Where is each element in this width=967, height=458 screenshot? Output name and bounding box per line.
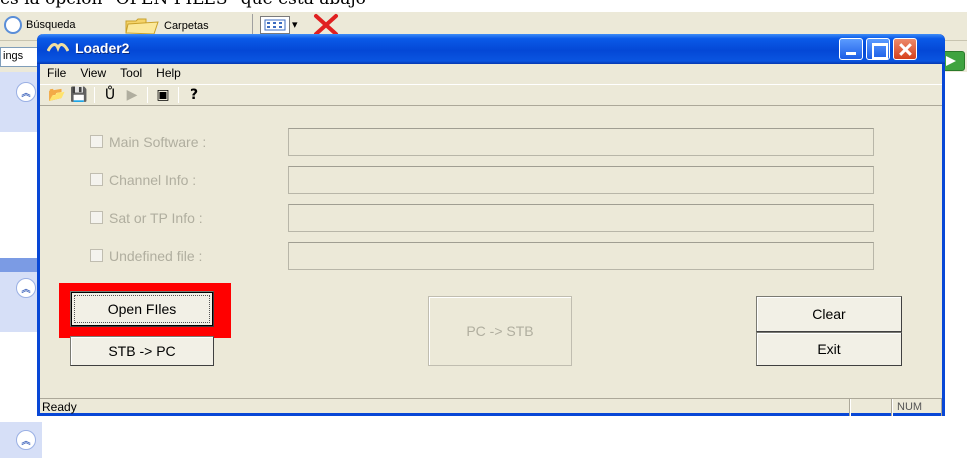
title-bar[interactable]: Loader2 (37, 34, 945, 64)
channel-info-field[interactable] (288, 166, 874, 194)
sidebar-panel-body (0, 332, 42, 422)
collapse-chevron-icon[interactable]: ︽ (16, 278, 36, 298)
loader2-window: Loader2 File View Tool Help 📂 💾 Ů ▶ ▣ ? … (37, 34, 945, 416)
background-sidebar: ︽ ︽ ︽ (0, 72, 42, 458)
maximize-button[interactable] (866, 38, 890, 60)
main-software-field[interactable] (288, 128, 874, 156)
status-pane-empty (850, 399, 892, 416)
address-field[interactable]: ings (0, 47, 40, 67)
sat-tp-info-checkbox[interactable] (90, 211, 103, 224)
collapse-chevron-icon[interactable]: ︽ (16, 82, 36, 102)
folder-icon (125, 18, 159, 35)
exit-button[interactable]: Exit (756, 332, 902, 366)
channel-info-label: Channel Info : (109, 172, 197, 188)
menu-file[interactable]: File (40, 66, 73, 80)
file-row-channel-info: Channel Info : (90, 166, 880, 194)
sidebar-panel-body (0, 132, 42, 258)
status-bar: Ready NUM (40, 398, 942, 416)
u-tool-icon[interactable]: Ů (99, 86, 121, 104)
menu-view[interactable]: View (73, 66, 113, 80)
search-label: Búsqueda (26, 19, 76, 31)
main-software-label: Main Software : (109, 134, 207, 150)
pc-to-stb-button[interactable]: PC -> STB (428, 296, 572, 366)
toolbar-separator (252, 14, 253, 36)
minimize-button[interactable] (839, 38, 863, 60)
undefined-file-checkbox[interactable] (90, 249, 103, 262)
folders-label: Carpetas (164, 20, 209, 32)
num-lock-indicator: NUM (892, 399, 942, 416)
main-software-checkbox[interactable] (90, 135, 103, 148)
sat-tp-info-field[interactable] (288, 204, 874, 232)
search-icon (4, 16, 22, 34)
stb-to-pc-button[interactable]: STB -> PC (70, 336, 214, 366)
views-dropdown-caret[interactable]: ▾ (292, 18, 298, 31)
screen-icon[interactable]: ▣ (152, 86, 174, 104)
menu-bar: File View Tool Help (40, 64, 942, 82)
views-grid-icon (264, 19, 286, 31)
window-title: Loader2 (75, 40, 130, 56)
open-files-button[interactable]: Open FIles (70, 291, 214, 327)
channel-info-checkbox[interactable] (90, 173, 103, 186)
file-row-sat-tp-info: Sat or TP Info : (90, 204, 880, 232)
file-row-undefined-file: Undefined file : (90, 242, 880, 270)
menu-help[interactable]: Help (149, 66, 188, 80)
play-icon[interactable]: ▶ (121, 86, 143, 104)
sat-tp-info-label: Sat or TP Info : (109, 210, 203, 226)
icon-toolbar: 📂 💾 Ů ▶ ▣ ? (40, 84, 942, 106)
sidebar-panel: ︽ (0, 72, 42, 132)
open-folder-icon[interactable]: 📂 (46, 86, 68, 104)
close-button[interactable] (893, 38, 917, 60)
views-button[interactable] (260, 16, 290, 34)
status-text: Ready (40, 399, 850, 416)
menu-tool[interactable]: Tool (113, 66, 149, 80)
app-icon (47, 43, 69, 53)
search-toolbar-button[interactable]: Búsqueda (4, 16, 76, 34)
toolbar-separator (147, 87, 148, 103)
undefined-file-label: Undefined file : (109, 248, 203, 264)
toolbar-separator (94, 87, 95, 103)
save-icon[interactable]: 💾 (68, 86, 90, 104)
collapse-chevron-icon[interactable]: ︽ (16, 430, 36, 450)
caption-text: es la opcion "OPEN FILES" que esta abajo (0, 0, 366, 9)
clear-button[interactable]: Clear (756, 296, 902, 332)
file-row-main-software: Main Software : (90, 128, 880, 156)
sidebar-panel: ︽ (0, 422, 42, 458)
focus-rectangle (74, 295, 210, 323)
sidebar-panel: ︽ (0, 272, 42, 332)
toolbar-separator (178, 87, 179, 103)
undefined-file-field[interactable] (288, 242, 874, 270)
help-icon[interactable]: ? (183, 86, 205, 104)
folders-toolbar-button[interactable]: Carpetas (124, 16, 209, 36)
